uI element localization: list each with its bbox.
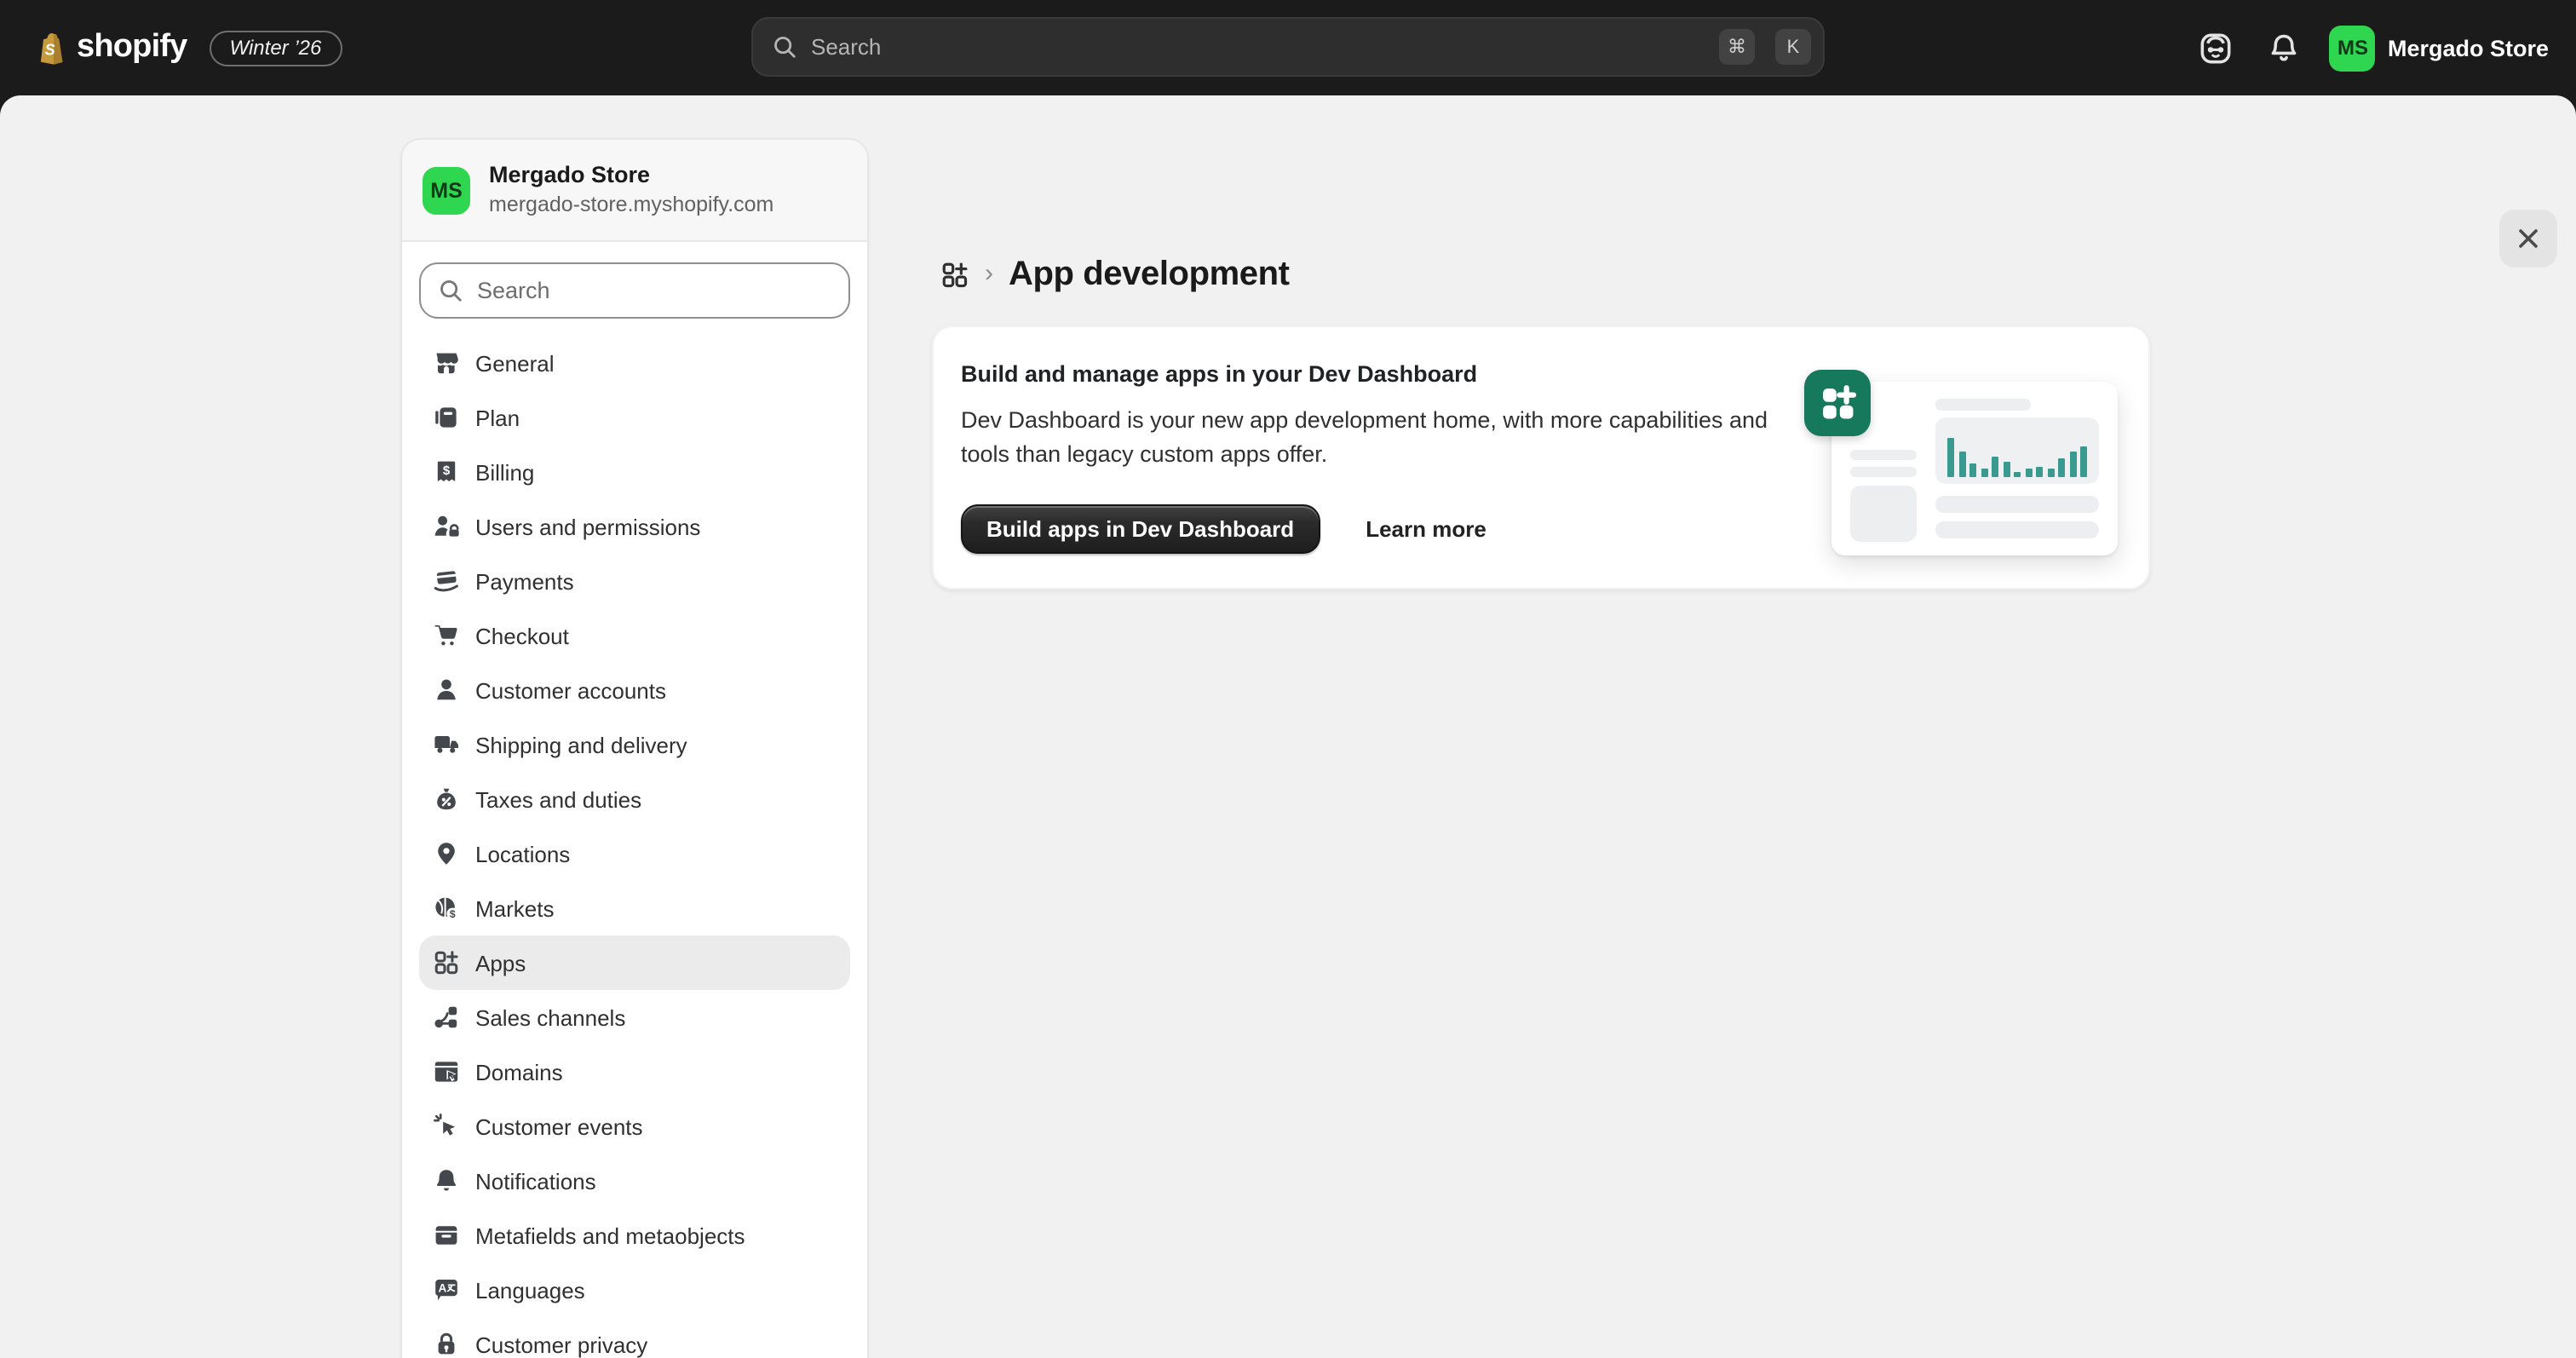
app-plus-icon [1804,370,1871,436]
sidebar-item-customer-privacy[interactable]: Customer privacy [419,1317,850,1358]
kbd-k: K [1775,29,1811,65]
global-search[interactable]: Search ⌘ K [751,17,1825,77]
sidebar-item-notifications[interactable]: Notifications [419,1154,850,1208]
sidebar-item-customer-events[interactable]: Customer events [419,1099,850,1154]
kbd-cmd: ⌘ [1719,29,1755,65]
sidebar-item-customer-accounts[interactable]: Customer accounts [419,663,850,717]
skeleton-line [1935,399,2031,411]
sidebar-item-billing[interactable]: $ Billing [419,445,850,499]
settings-nav: General Plan $ Billing Users and permiss… [402,322,867,1358]
sidebar-search [419,262,850,319]
skeleton-block [1850,486,1917,542]
sidebar-item-languages[interactable]: A Languages [419,1263,850,1317]
settings-sidebar: MS Mergado Store mergado-store.myshopify… [400,138,869,1358]
sidekick-button[interactable] [2188,20,2243,75]
sidebar-item-general[interactable]: General [419,336,850,390]
sidebar-store-avatar: MS [423,166,470,214]
globe-icon: $ [433,895,460,922]
sidebar-item-users-and-permissions[interactable]: Users and permissions [419,499,850,554]
user-lock-icon [433,513,460,540]
skeleton-line [1850,450,1917,460]
svg-text:$: $ [443,463,451,478]
skeleton-line [1935,496,2099,513]
sidebar-search-input[interactable] [477,278,831,303]
card-title: Build and manage apps in your Dev Dashbo… [961,361,1821,387]
metafields-icon [433,1222,460,1249]
bell-icon [433,1167,460,1194]
card-description: Dev Dashboard is your new app developmen… [961,404,1821,472]
domains-icon [433,1058,460,1085]
dev-dashboard-card: Build and manage apps in your Dev Dashbo… [932,325,2150,590]
close-button[interactable] [2499,210,2557,268]
sidekick-icon [2199,32,2232,64]
skeleton-line [1850,467,1917,477]
edition-badge[interactable]: Winter ’26 [210,30,342,66]
plan-icon [433,404,460,431]
sidebar-store-header: MS Mergado Store mergado-store.myshopify… [402,140,867,242]
global-search-placeholder: Search [811,34,1705,60]
tax-icon [433,785,460,813]
settings-modal: MS Mergado Store mergado-store.myshopify… [0,95,2576,1358]
search-icon [772,34,797,60]
shopify-admin: S shopify Winter ’26 Search ⌘ K [0,0,2576,1358]
sidebar-item-plan[interactable]: Plan [419,390,850,445]
sidebar-item-payments[interactable]: Payments [419,554,850,608]
sidebar-item-taxes-and-duties[interactable]: Taxes and duties [419,772,850,826]
store-menu[interactable]: MS Mergado Store [2325,20,2562,76]
svg-text:S: S [45,40,55,57]
sidebar-store-domain: mergado-store.myshopify.com [489,192,773,218]
build-apps-button[interactable]: Build apps in Dev Dashboard [961,504,1320,554]
sidebar-item-shipping-and-delivery[interactable]: Shipping and delivery [419,717,850,772]
apps-icon [433,949,460,976]
store-menu-name: Mergado Store [2388,35,2549,60]
cursor-click-icon [433,1113,460,1140]
shopify-wordmark: shopify [77,29,187,66]
sidebar-item-apps[interactable]: Apps [419,935,850,990]
dev-dashboard-illustration [1831,382,2118,555]
svg-text:A: A [438,1281,446,1294]
apps-icon[interactable] [940,261,969,290]
receipt-icon: $ [433,458,460,486]
sidebar-item-checkout[interactable]: Checkout [419,608,850,663]
bell-icon [2268,32,2300,64]
shopify-bag-icon: S [34,30,66,66]
payments-icon [433,567,460,595]
truck-icon [433,731,460,758]
store-avatar: MS [2330,25,2376,71]
storefront-icon [433,349,460,377]
close-icon [2516,227,2540,250]
sidebar-item-metafields-and-metaobjects[interactable]: Metafields and metaobjects [419,1208,850,1263]
sidebar-store-name: Mergado Store [489,162,773,191]
breadcrumb: › App development [940,256,1290,295]
sidebar-item-locations[interactable]: Locations [419,826,850,881]
translate-icon: A [433,1276,460,1303]
sidebar-item-markets[interactable]: $ Markets [419,881,850,935]
notifications-button[interactable] [2257,20,2311,75]
channels-icon [433,1004,460,1031]
mini-bar-chart [1935,417,2099,484]
shopify-logo[interactable]: S shopify [34,29,187,66]
chevron-right-icon: › [985,261,993,290]
topbar: S shopify Winter ’26 Search ⌘ K [0,0,2576,95]
sidebar-item-sales-channels[interactable]: Sales channels [419,990,850,1044]
cart-icon [433,622,460,649]
learn-more-link[interactable]: Learn more [1366,516,1486,542]
search-icon [438,278,463,303]
sidebar-item-domains[interactable]: Domains [419,1044,850,1099]
person-icon [433,676,460,704]
lock-icon [433,1331,460,1358]
skeleton-line [1935,521,2099,538]
pin-icon [433,840,460,867]
page-title: App development [1009,256,1290,295]
svg-text:$: $ [450,908,456,920]
